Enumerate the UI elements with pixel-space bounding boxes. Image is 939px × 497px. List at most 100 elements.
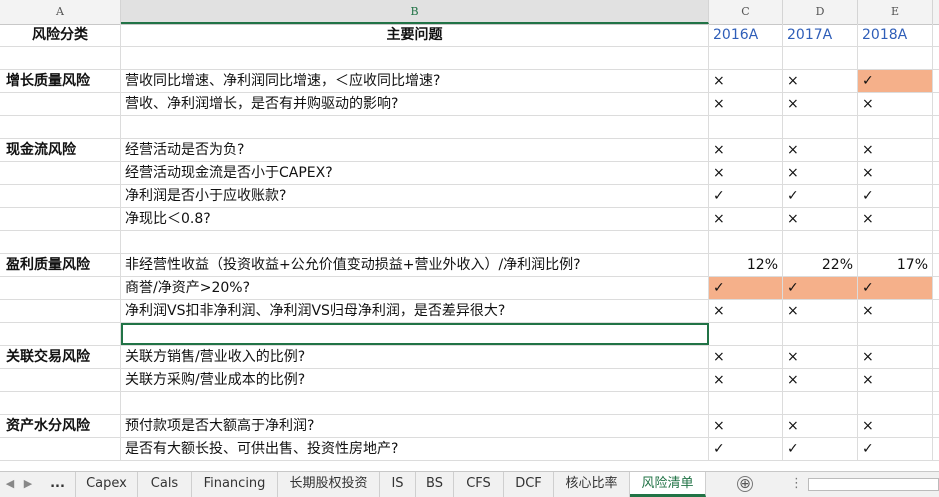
cell-c[interactable] bbox=[709, 116, 783, 138]
cell-c-highlighted[interactable]: ✓ bbox=[709, 277, 783, 299]
cell-f[interactable] bbox=[933, 323, 939, 345]
cell-f[interactable] bbox=[933, 162, 939, 184]
column-header-f[interactable] bbox=[933, 0, 939, 24]
column-header-c[interactable]: C bbox=[709, 0, 783, 24]
cell-b[interactable]: 非经营性收益（投资收益+公允价值变动损益+营业外收入）/净利润比例? bbox=[121, 254, 709, 276]
tab-more-left[interactable]: ... bbox=[40, 472, 76, 497]
cell-b[interactable]: 是否有大额长投、可供出售、投资性房地产? bbox=[121, 438, 709, 460]
cell-b[interactable]: 营收、净利润增长，是否有并购驱动的影响? bbox=[121, 93, 709, 115]
cell-d-highlighted[interactable]: ✓ bbox=[783, 277, 858, 299]
column-header-d[interactable]: D bbox=[783, 0, 858, 24]
cell-f[interactable] bbox=[933, 185, 939, 207]
cell-c[interactable]: ✓ bbox=[709, 185, 783, 207]
tab-cals[interactable]: Cals bbox=[138, 472, 192, 497]
cell-e[interactable]: × bbox=[858, 93, 933, 115]
cell-c[interactable] bbox=[709, 323, 783, 345]
cell-b[interactable] bbox=[121, 47, 709, 69]
tab-core-ratios[interactable]: 核心比率 bbox=[554, 472, 630, 497]
tab-dcf[interactable]: DCF bbox=[504, 472, 554, 497]
cell-a[interactable] bbox=[0, 277, 121, 299]
cell-f[interactable] bbox=[933, 208, 939, 230]
cell-d[interactable] bbox=[783, 116, 858, 138]
cell-a[interactable] bbox=[0, 231, 121, 253]
cell-f[interactable] bbox=[933, 24, 939, 46]
cell-b[interactable] bbox=[121, 116, 709, 138]
cell-d[interactable]: ✓ bbox=[783, 185, 858, 207]
cell-e[interactable]: ✓ bbox=[858, 438, 933, 460]
cell-b[interactable]: 预付款项是否大额高于净利润? bbox=[121, 415, 709, 437]
cell-c[interactable] bbox=[709, 231, 783, 253]
header-year-2018[interactable]: 2018A bbox=[858, 24, 933, 46]
cell-c[interactable] bbox=[709, 47, 783, 69]
cell-a[interactable]: 现金流风险 bbox=[0, 139, 121, 161]
cell-a[interactable] bbox=[0, 300, 121, 322]
cell-e[interactable]: × bbox=[858, 415, 933, 437]
more-options-icon[interactable]: ⋮ bbox=[790, 472, 803, 496]
cell-e-highlighted[interactable]: ✓ bbox=[858, 70, 933, 92]
cell-e[interactable]: × bbox=[858, 369, 933, 391]
cell-d[interactable] bbox=[783, 323, 858, 345]
cell-a[interactable] bbox=[0, 208, 121, 230]
cell-a[interactable]: 资产水分风险 bbox=[0, 415, 121, 437]
cell-f[interactable] bbox=[933, 116, 939, 138]
cell-c[interactable]: 12% bbox=[709, 254, 783, 276]
cell-a[interactable] bbox=[0, 93, 121, 115]
cell-d[interactable] bbox=[783, 392, 858, 414]
tab-risk-checklist[interactable]: 风险清单 bbox=[630, 472, 706, 497]
cell-f[interactable] bbox=[933, 231, 939, 253]
cell-d[interactable] bbox=[783, 47, 858, 69]
cell-b[interactable]: 关联方销售/营业收入的比例? bbox=[121, 346, 709, 368]
cell-b[interactable] bbox=[121, 231, 709, 253]
cell-a[interactable]: 增长质量风险 bbox=[0, 70, 121, 92]
cell-e[interactable]: × bbox=[858, 346, 933, 368]
cell-b[interactable]: 经营活动是否为负? bbox=[121, 139, 709, 161]
cell-d[interactable]: × bbox=[783, 93, 858, 115]
cell-d[interactable]: × bbox=[783, 139, 858, 161]
header-year-2016[interactable]: 2016A bbox=[709, 24, 783, 46]
cell-e[interactable] bbox=[858, 116, 933, 138]
cell-c[interactable]: × bbox=[709, 415, 783, 437]
cell-b[interactable]: 净利润是否小于应收账款? bbox=[121, 185, 709, 207]
cell-f[interactable] bbox=[933, 300, 939, 322]
tab-financing[interactable]: Financing bbox=[192, 472, 278, 497]
cell-c[interactable]: × bbox=[709, 139, 783, 161]
cell-b[interactable]: 关联方采购/营业成本的比例? bbox=[121, 369, 709, 391]
cell-c[interactable]: × bbox=[709, 208, 783, 230]
cell-b[interactable] bbox=[121, 392, 709, 414]
cell-a[interactable] bbox=[0, 369, 121, 391]
cell-d[interactable]: × bbox=[783, 346, 858, 368]
cell-e[interactable]: × bbox=[858, 208, 933, 230]
cell-e[interactable]: × bbox=[858, 162, 933, 184]
cell-b[interactable]: 营收同比增速、净利润同比增速，＜应收同比增速? bbox=[121, 70, 709, 92]
active-cell[interactable] bbox=[121, 323, 709, 345]
cell-d[interactable]: × bbox=[783, 300, 858, 322]
cell-c[interactable]: × bbox=[709, 93, 783, 115]
cell-e[interactable] bbox=[858, 323, 933, 345]
cell-a[interactable] bbox=[0, 438, 121, 460]
cell-e[interactable] bbox=[858, 47, 933, 69]
cell-c[interactable]: × bbox=[709, 162, 783, 184]
cell-f[interactable] bbox=[933, 277, 939, 299]
cell-f[interactable] bbox=[933, 438, 939, 460]
cell-d[interactable]: × bbox=[783, 70, 858, 92]
cell-b[interactable]: 净现比＜0.8? bbox=[121, 208, 709, 230]
cell-a[interactable] bbox=[0, 162, 121, 184]
cell-c[interactable]: ✓ bbox=[709, 438, 783, 460]
cell-e-highlighted[interactable]: ✓ bbox=[858, 277, 933, 299]
cell-a[interactable] bbox=[0, 392, 121, 414]
cell-f[interactable] bbox=[933, 139, 939, 161]
cell-f[interactable] bbox=[933, 415, 939, 437]
cell-a[interactable] bbox=[0, 116, 121, 138]
cell-f[interactable] bbox=[933, 254, 939, 276]
tab-next-icon[interactable]: ▶ bbox=[20, 472, 36, 497]
cell-d[interactable]: ✓ bbox=[783, 438, 858, 460]
column-header-a[interactable]: A bbox=[0, 0, 121, 24]
cell-c[interactable]: × bbox=[709, 346, 783, 368]
header-risk-category[interactable]: 风险分类 bbox=[0, 24, 121, 46]
add-sheet-icon[interactable]: ⊕ bbox=[737, 476, 753, 492]
cell-d[interactable] bbox=[783, 231, 858, 253]
cell-f[interactable] bbox=[933, 346, 939, 368]
cell-e[interactable]: × bbox=[858, 139, 933, 161]
cell-c[interactable]: × bbox=[709, 70, 783, 92]
cell-c[interactable]: × bbox=[709, 369, 783, 391]
